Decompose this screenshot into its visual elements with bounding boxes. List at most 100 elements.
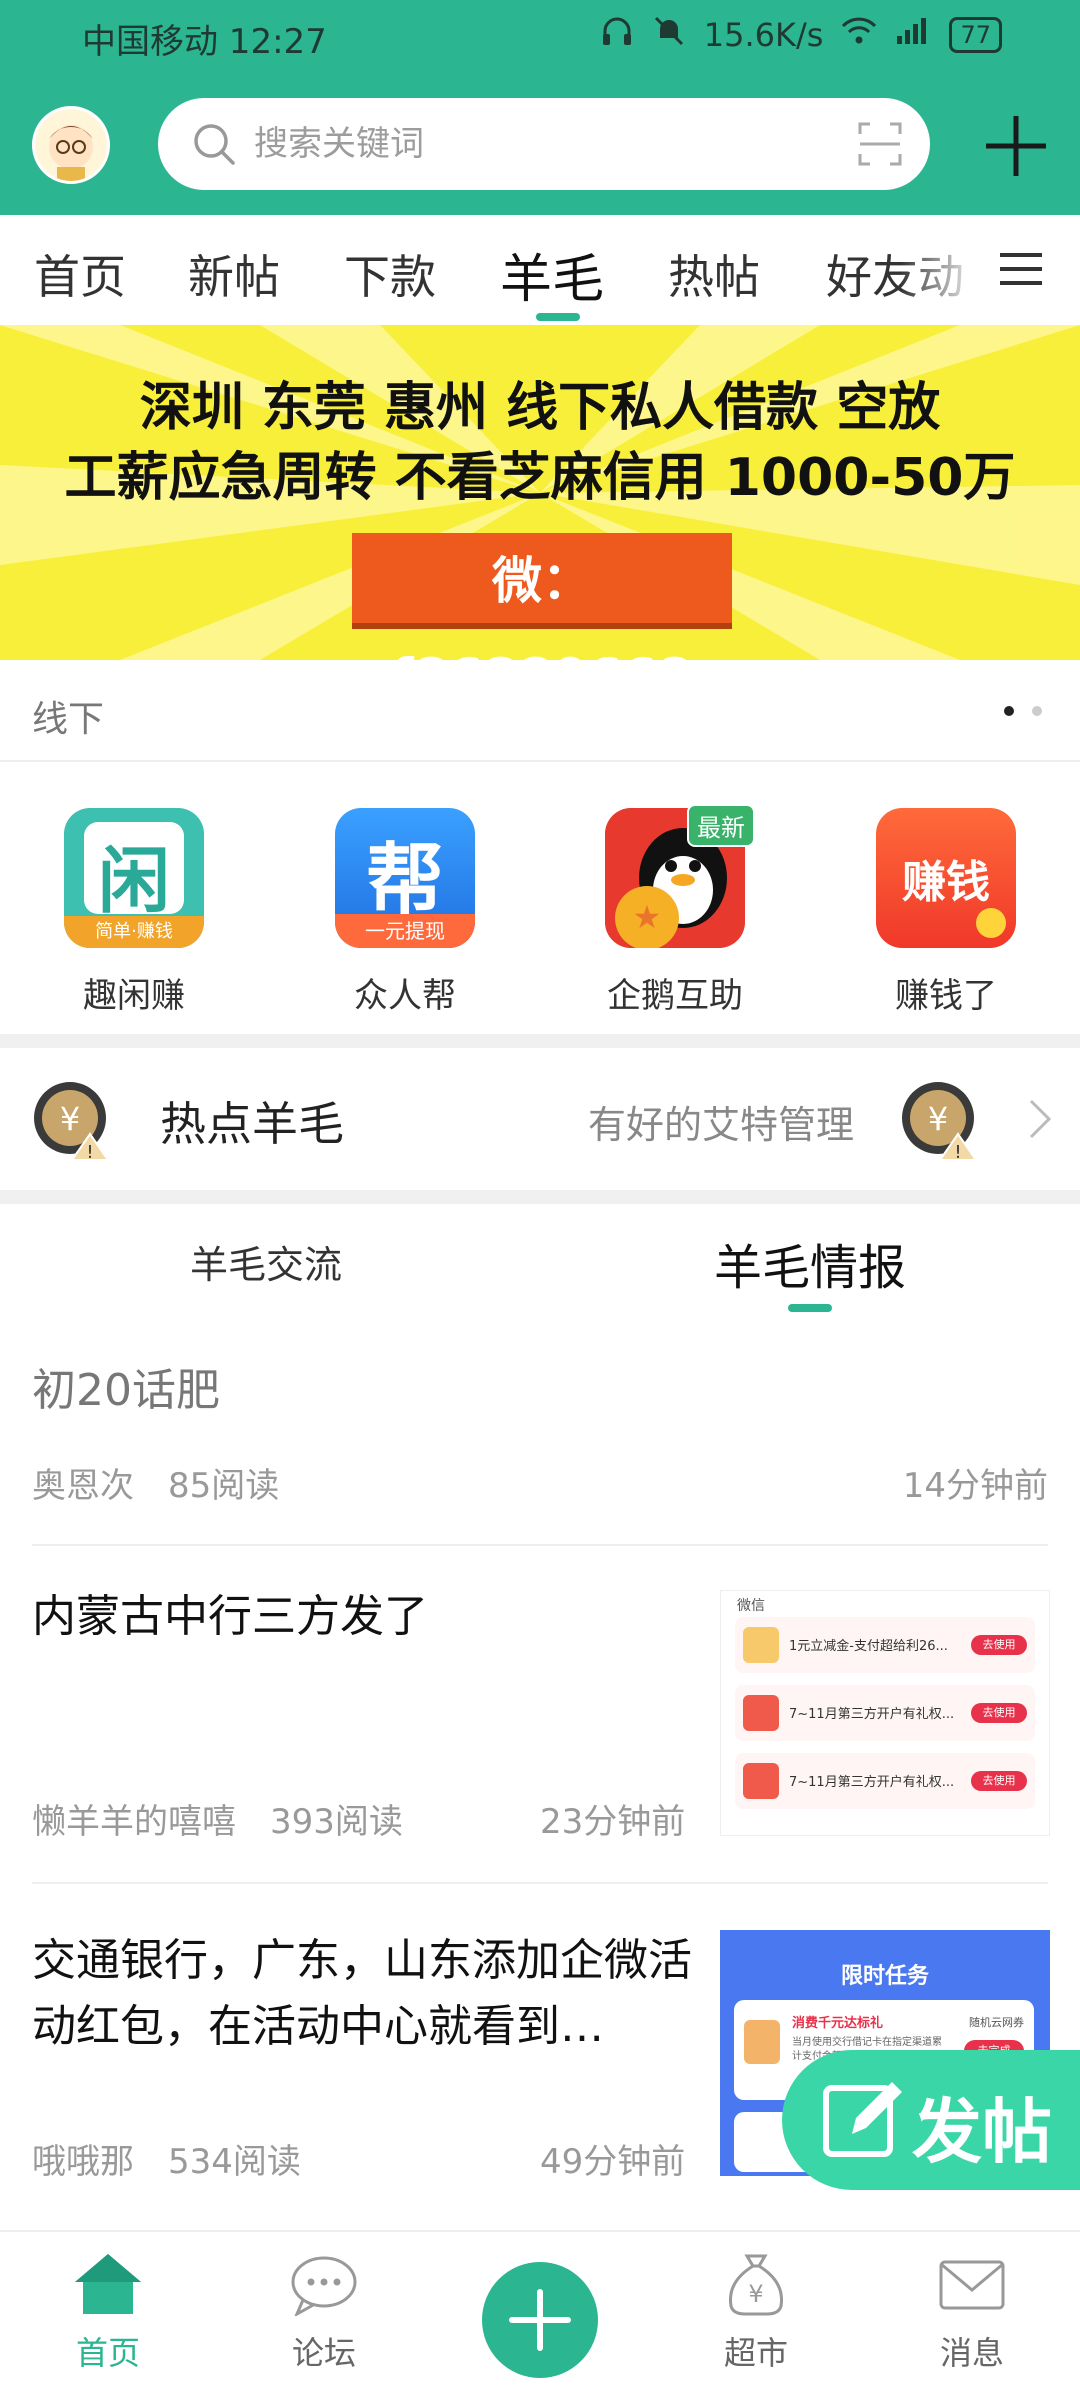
section-separator <box>0 1190 1080 1204</box>
hot-wool-row[interactable]: ¥! 热点羊毛 有好的艾特管理 ¥! <box>0 1048 1080 1190</box>
status-icons: 15.6K/s 77 <box>600 14 1002 56</box>
carousel-dot-active <box>1004 706 1014 716</box>
thumb-row-button: 去使用 <box>971 1703 1027 1723</box>
banner-contact: 微：f86880668 <box>352 533 732 660</box>
carousel-dots <box>1004 706 1042 716</box>
tab-loans[interactable]: 下款 <box>344 241 436 307</box>
post-thumbnail: 微信 1元立减金-支付超给利26... 去使用 7~11月第三方开户有礼权...… <box>720 1590 1050 1836</box>
thumb-row: 7~11月第三方开户有礼权... 去使用 <box>735 1685 1035 1741</box>
avatar[interactable] <box>32 106 110 184</box>
bolt-badge <box>976 908 1006 938</box>
app-name: 众人帮 <box>354 976 456 1016</box>
scan-icon[interactable] <box>858 122 902 170</box>
app-name: 赚钱了 <box>895 976 997 1016</box>
banner-line-2: 工薪应急周转 不看芝麻信用 1000-50万 <box>64 448 1016 508</box>
svg-text:★: ★ <box>633 898 662 936</box>
svg-text:!: ! <box>86 1142 93 1160</box>
thumb-row-button: 去使用 <box>971 1635 1027 1655</box>
top-bar: 中国移动 12:27 15.6K/s 77 <box>0 0 1080 215</box>
zhuan-qian-le-icon: 赚钱 <box>876 808 1016 948</box>
tab-hot-posts[interactable]: 热帖 <box>668 241 760 307</box>
app-shortcuts: 闲 简单·赚钱 趣闲赚 帮 一元提现 众人帮 ★ 最新 企鹅互助 赚钱 赚钱了 <box>0 764 1080 1034</box>
svg-text:¥: ¥ <box>928 1100 948 1138</box>
tab-wool-intel[interactable]: 羊毛情报 <box>714 1228 906 1298</box>
tab-wool-exchange[interactable]: 羊毛交流 <box>190 1234 342 1289</box>
post-item[interactable]: 初20话肥 奥恩次 85阅读 14分钟前 <box>0 1324 1080 1546</box>
zhong-ren-bang-sub: 一元提现 <box>335 914 475 948</box>
publish-button[interactable] <box>482 2262 598 2378</box>
thumb-row: 7~11月第三方开户有礼权... 去使用 <box>735 1753 1035 1809</box>
banner-line-1: 深圳 东莞 惠州 线下私人借款 空放 <box>139 378 941 438</box>
coin-warning-icon: ¥! <box>900 1080 980 1164</box>
battery-indicator: 77 <box>949 17 1002 53</box>
post-item[interactable]: 内蒙古中行三方发了 懒羊羊的嘻嘻 393阅读 23分钟前 微信 1元立减金-支付超… <box>0 1546 1080 1884</box>
net-speed: 15.6K/s <box>703 16 824 54</box>
thumb-header: 微信 <box>737 1598 765 1614</box>
app-zhong-ren-bang[interactable]: 帮 一元提现 众人帮 <box>305 808 505 1017</box>
thumb-card-tag: 随机云网券 <box>969 2016 1024 2029</box>
active-tab-indicator <box>536 313 580 321</box>
post-time: 14分钟前 <box>902 1466 1048 1506</box>
thumb-row-text: 7~11月第三方开户有礼权... <box>789 1775 955 1790</box>
post-reads: 534阅读 <box>168 2142 301 2182</box>
bottom-nav-forum[interactable]: 论坛 <box>254 2252 394 2374</box>
post-title: 初20话肥 <box>32 1365 220 1416</box>
add-icon[interactable] <box>978 108 1054 184</box>
ad-banner[interactable]: 深圳 东莞 惠州 线下私人借款 空放 工薪应急周转 不看芝麻信用 1000-50… <box>0 325 1080 660</box>
search-icon <box>192 122 236 170</box>
carousel-dot <box>1032 706 1042 716</box>
post-title: 交通银行，广东，山东添加企微活动红包，在活动中心就看到… <box>32 1935 692 2052</box>
section-separator <box>0 1034 1080 1048</box>
tab-new-posts[interactable]: 新帖 <box>188 241 280 307</box>
thumb-row-button: 去使用 <box>971 1771 1027 1791</box>
post-title: 内蒙古中行三方发了 <box>32 1591 428 1642</box>
qu-xian-zhuan-sub: 简单·赚钱 <box>64 916 204 948</box>
bottom-nav-label: 首页 <box>75 2334 140 2372</box>
zhong-ren-bang-icon: 帮 一元提现 <box>335 808 475 948</box>
hot-wool-title: 热点羊毛 <box>160 1097 344 1151</box>
svg-text:¥: ¥ <box>60 1100 80 1138</box>
search-bar[interactable] <box>158 98 930 190</box>
status-bar: 中国移动 12:27 15.6K/s 77 <box>0 0 1080 76</box>
sub-tabs: 羊毛交流 羊毛情报 <box>0 1204 1080 1324</box>
thumb-row-text: 1元立减金-支付超给利26... <box>789 1639 948 1654</box>
app-qi-e-hu-zhu[interactable]: ★ 最新 企鹅互助 <box>575 804 775 1017</box>
thumb-row: 1元立减金-支付超给利26... 去使用 <box>735 1617 1035 1673</box>
mail-icon <box>939 2260 1005 2310</box>
app-qu-xian-zhuan[interactable]: 闲 简单·赚钱 趣闲赚 <box>34 808 234 1017</box>
zhuan-qian-le-glyph: 赚钱 <box>902 857 990 908</box>
bottom-nav-messages[interactable]: 消息 <box>902 2252 1042 2374</box>
tab-wool[interactable]: 羊毛 <box>500 237 604 312</box>
bottom-nav-home[interactable]: 首页 <box>38 2252 178 2374</box>
banner-caption-row: 线下 <box>0 660 1080 762</box>
post-time: 23分钟前 <box>540 1802 686 1842</box>
chat-bubble-icon <box>291 2256 357 2318</box>
home-icon <box>75 2254 141 2314</box>
menu-icon[interactable] <box>998 249 1044 289</box>
bottom-nav: 首页 论坛 ¥ 超市 消息 <box>0 2230 1080 2400</box>
app-name: 趣闲赚 <box>83 976 185 1016</box>
signal-icon <box>895 16 931 54</box>
bottom-nav-label: 论坛 <box>291 2334 356 2372</box>
post-author: 懒羊羊的嘻嘻 <box>32 1802 236 1842</box>
coin-warning-icon: ¥! <box>32 1080 112 1164</box>
mute-bell-icon <box>652 14 686 56</box>
svg-text:¥: ¥ <box>748 2280 763 2308</box>
chevron-right-icon <box>1028 1098 1052 1144</box>
banner-caption: 线下 <box>32 699 105 740</box>
carrier-time: 中国移动 12:27 <box>82 22 327 62</box>
active-subtab-indicator <box>788 1304 832 1312</box>
headphones-icon <box>600 14 634 56</box>
post-author: 哦哦那 <box>32 2142 134 2182</box>
post-reads: 393阅读 <box>270 1802 403 1842</box>
app-zhuan-qian-le[interactable]: 赚钱 赚钱了 <box>846 808 1046 1017</box>
post-meta: 奥恩次 85阅读 <box>32 1458 313 1507</box>
tab-home[interactable]: 首页 <box>34 241 126 307</box>
bottom-nav-label: 超市 <box>723 2334 788 2372</box>
search-input[interactable] <box>254 114 774 174</box>
compose-post-button[interactable]: 发帖 <box>782 2050 1080 2190</box>
money-bag-icon: ¥ <box>728 2254 784 2316</box>
post-time: 49分钟前 <box>540 2142 686 2182</box>
bottom-nav-market[interactable]: ¥ 超市 <box>686 2252 826 2374</box>
wifi-icon <box>841 16 877 54</box>
